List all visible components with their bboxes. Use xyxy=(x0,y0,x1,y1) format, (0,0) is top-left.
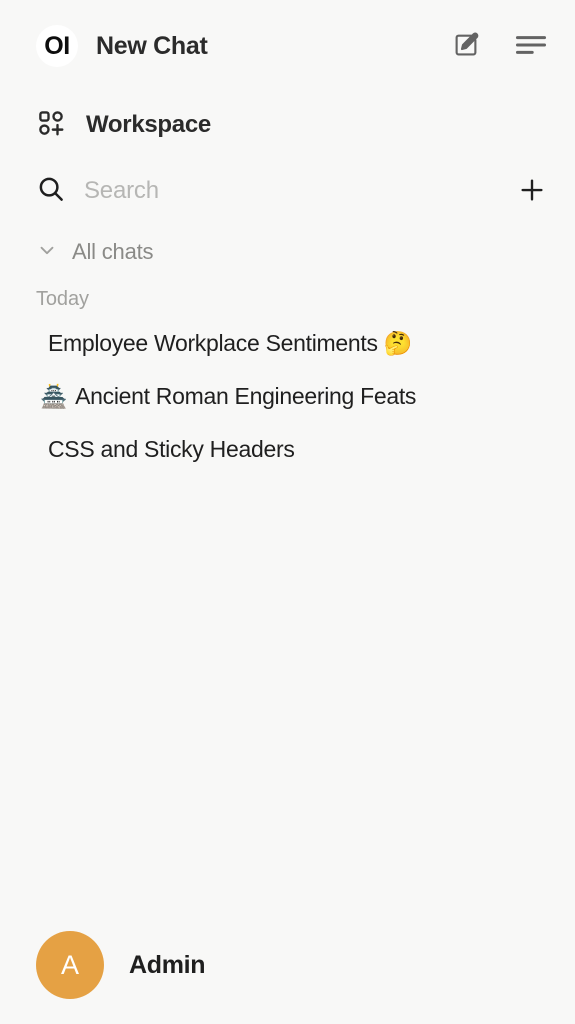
user-menu-button[interactable]: A Admin xyxy=(0,906,575,1024)
header-actions xyxy=(451,30,547,63)
chat-emoji: 🏯 xyxy=(40,383,68,409)
sidebar: OI New Chat Workspace Search All chats T… xyxy=(0,0,575,1024)
openwebui-logo-icon: OI xyxy=(36,25,78,67)
list-item[interactable]: Employee Workplace Sentiments 🤔 xyxy=(0,317,575,370)
avatar-initial: A xyxy=(60,949,79,980)
sidebar-header: OI New Chat xyxy=(0,0,575,92)
logo-label: OI xyxy=(44,31,70,60)
pencil-square-icon xyxy=(451,30,481,63)
chevron-down-icon xyxy=(36,239,58,266)
chat-title: Employee Workplace Sentiments 🤔 xyxy=(48,330,413,356)
search-input[interactable] xyxy=(84,177,499,205)
sidebar-toggle-icon xyxy=(515,32,547,61)
page-title: New Chat xyxy=(96,31,208,60)
all-chats-toggle[interactable]: All chats xyxy=(0,224,575,280)
chat-list[interactable]: Today Employee Workplace Sentiments 🤔 🏯 … xyxy=(0,280,575,906)
chat-title: CSS and Sticky Headers xyxy=(48,436,295,462)
search-row xyxy=(0,158,575,224)
chat-group-title: Today xyxy=(36,288,89,310)
chat-title: Ancient Roman Engineering Feats xyxy=(75,383,417,409)
search-icon xyxy=(36,174,66,209)
brand-group[interactable]: OI New Chat xyxy=(36,25,451,67)
list-item[interactable]: 🏯 Ancient Roman Engineering Feats xyxy=(0,370,575,423)
all-chats-label: All chats xyxy=(72,239,154,264)
sidebar-item-workspace[interactable]: Workspace xyxy=(0,92,575,158)
avatar: A xyxy=(36,931,104,999)
workspace-label: Workspace xyxy=(86,111,211,138)
add-chat-button[interactable] xyxy=(517,175,547,208)
grid-plus-icon xyxy=(36,108,66,143)
list-item[interactable]: CSS and Sticky Headers xyxy=(0,423,575,476)
new-chat-button[interactable] xyxy=(451,30,481,63)
collapse-sidebar-button[interactable] xyxy=(515,32,547,61)
user-name: Admin xyxy=(129,950,206,979)
plus-icon xyxy=(517,175,547,208)
